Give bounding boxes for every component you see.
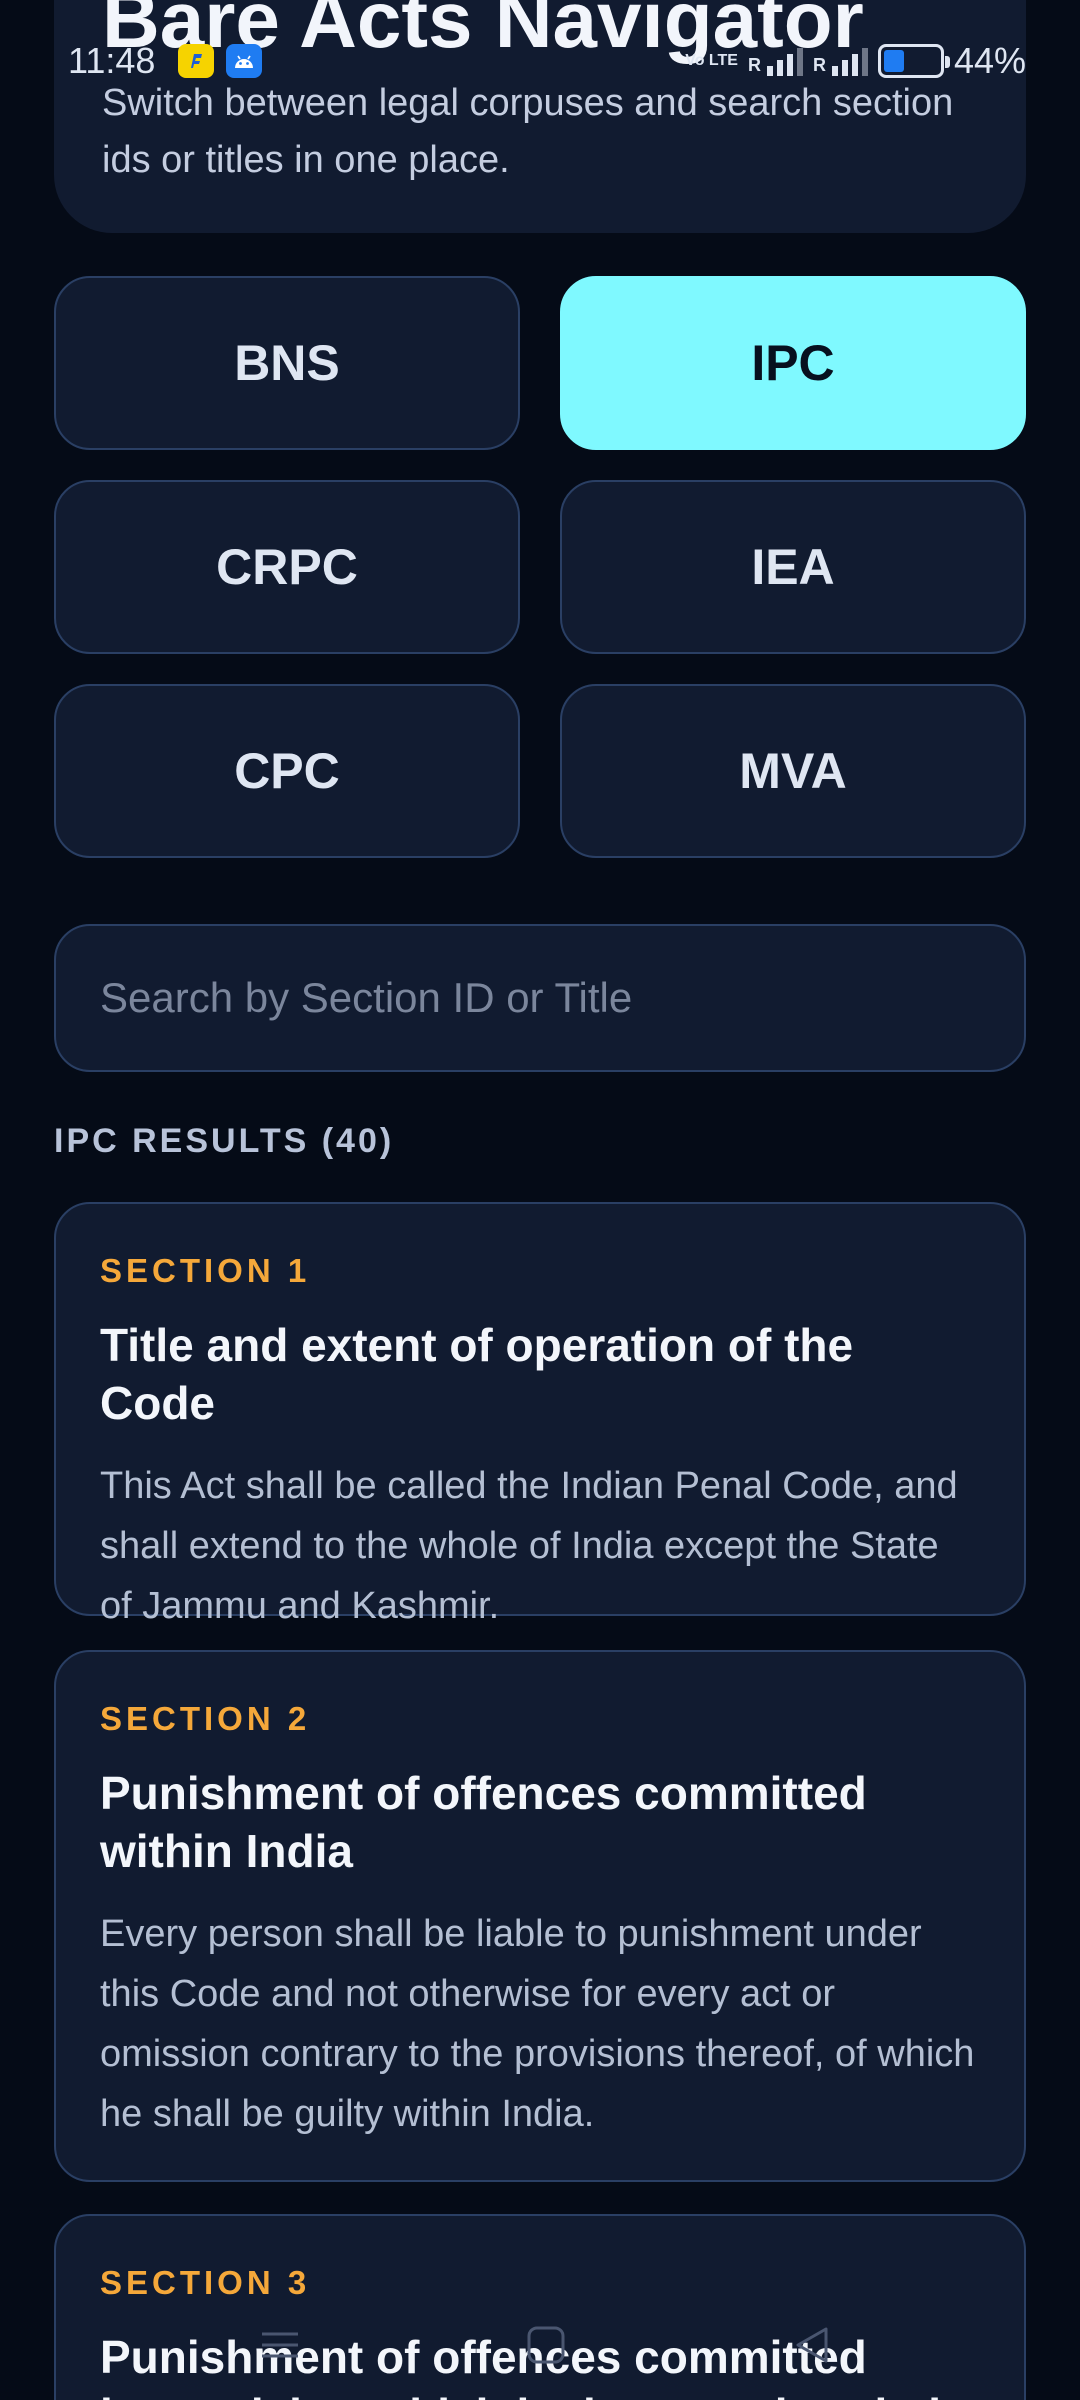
result-card[interactable]: SECTION 2 Punishment of offences committ… bbox=[54, 1650, 1026, 2182]
corpus-button-cpc[interactable]: CPC bbox=[54, 684, 520, 858]
result-card[interactable]: SECTION 1 Title and extent of operation … bbox=[54, 1202, 1026, 1627]
status-time: 11:48 bbox=[68, 40, 156, 81]
signal-icon: R bbox=[748, 46, 803, 76]
battery-percent: 44% bbox=[953, 40, 1026, 81]
section-label: SECTION 1 bbox=[100, 1252, 311, 1289]
corpus-button-ipc[interactable]: IPC bbox=[560, 276, 1026, 450]
status-indicators: Vo LTE R R 44% bbox=[685, 40, 1026, 82]
section-title: Punishment of offences committed within … bbox=[100, 1767, 867, 1877]
battery-fill bbox=[883, 50, 905, 72]
search-input[interactable] bbox=[56, 926, 1024, 1070]
flipkart-notification-icon bbox=[178, 44, 214, 78]
section-title: Title and extent of operation of the Cod… bbox=[100, 1319, 854, 1429]
volte-icon: Vo LTE bbox=[685, 52, 738, 69]
roaming-label: R bbox=[747, 55, 761, 75]
app-screen: Bare Acts Navigator Switch between legal… bbox=[0, 0, 1080, 2400]
corpus-button-mva[interactable]: MVA bbox=[560, 684, 1026, 858]
section-label: SECTION 3 bbox=[100, 2264, 311, 2301]
home-nav-icon[interactable] bbox=[516, 2320, 576, 2370]
section-body: This Act shall be called the Indian Pena… bbox=[100, 1465, 958, 1627]
corpus-button-crpc[interactable]: CRPC bbox=[54, 480, 520, 654]
section-label: SECTION 2 bbox=[100, 1700, 311, 1737]
signal-icon-2: R bbox=[813, 46, 868, 76]
corpus-button-bns[interactable]: BNS bbox=[54, 276, 520, 450]
section-body: Every person shall be liable to punishme… bbox=[100, 1913, 975, 2135]
system-nav-bar bbox=[0, 2300, 1080, 2400]
search-box bbox=[54, 924, 1026, 1072]
status-bar: 11:48 Vo LTE R R 44% bbox=[0, 0, 1080, 120]
battery-icon bbox=[877, 44, 950, 78]
results-heading: IPC RESULTS (40) bbox=[54, 1122, 395, 1160]
android-notification-icon bbox=[226, 44, 262, 78]
corpus-button-iea[interactable]: IEA bbox=[560, 480, 1026, 654]
back-nav-icon[interactable] bbox=[782, 2320, 842, 2370]
roaming-label-2: R bbox=[812, 55, 826, 75]
menu-nav-icon[interactable] bbox=[250, 2320, 310, 2370]
